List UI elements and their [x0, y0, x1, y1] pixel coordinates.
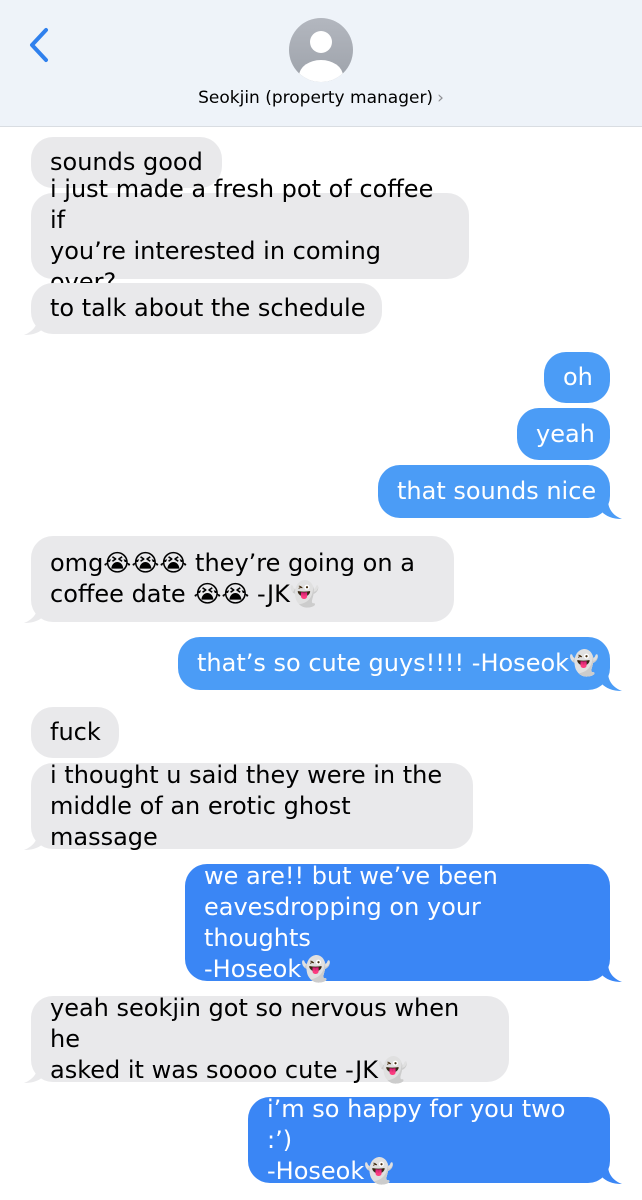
message-bubble-incoming[interactable]: i just made a fresh pot of coffee if you… — [31, 175, 469, 296]
message-text: omg😭😭😭 they’re going on a coffee date 😭😭… — [50, 549, 415, 608]
message-text: to talk about the schedule — [50, 294, 366, 322]
bubble-tail — [602, 963, 622, 982]
message-bubble-outgoing[interactable]: that sounds nice — [378, 465, 610, 518]
chevron-right-icon: › — [437, 88, 444, 108]
bubble-tail — [24, 831, 44, 850]
message-text: that’s so cute guys!!!! -Hoseok👻 — [197, 649, 599, 677]
bubble-tail — [24, 1064, 44, 1083]
message-bubble-incoming[interactable]: omg😭😭😭 they’re going on a coffee date 😭😭… — [31, 536, 454, 622]
bubble-tail — [24, 316, 44, 335]
message-text: oh — [563, 363, 593, 391]
message-text: fuck — [50, 718, 101, 746]
conversation-header: Seokjin (property manager) › — [0, 0, 642, 127]
message-bubble-incoming[interactable]: i thought u said they were in the middle… — [31, 761, 473, 851]
message-bubble-outgoing[interactable]: we are!! but we’ve been eavesdropping on… — [185, 862, 610, 983]
back-chevron-icon[interactable] — [26, 26, 56, 64]
message-text: i just made a fresh pot of coffee if you… — [50, 175, 434, 296]
contact-avatar[interactable] — [289, 18, 353, 82]
bubble-tail — [602, 1165, 622, 1184]
contact-name-button[interactable]: Seokjin (property manager) › — [0, 88, 642, 108]
person-icon — [299, 31, 343, 82]
bubble-tail — [602, 500, 622, 519]
message-bubble-outgoing[interactable]: yeah — [517, 408, 610, 460]
message-bubble-incoming[interactable]: fuck — [31, 707, 119, 758]
message-text: i thought u said they were in the middle… — [50, 760, 443, 851]
message-text: yeah seokjin got so nervous when he aske… — [50, 993, 460, 1084]
contact-name: Seokjin (property manager) — [198, 88, 434, 108]
message-bubble-outgoing[interactable]: i’m so happy for you two :’) -Hoseok👻 — [248, 1095, 610, 1185]
message-text: i’m so happy for you two :’) -Hoseok👻 — [267, 1094, 566, 1185]
message-bubble-incoming[interactable]: yeah seokjin got so nervous when he aske… — [31, 994, 509, 1084]
message-bubble-incoming[interactable]: to talk about the schedule — [31, 283, 382, 334]
message-text: we are!! but we’ve been eavesdropping on… — [204, 861, 498, 983]
message-text: yeah — [536, 419, 595, 448]
bubble-tail — [24, 604, 44, 623]
message-bubble-outgoing[interactable]: that’s so cute guys!!!! -Hoseok👻 — [178, 637, 610, 690]
bubble-tail — [602, 672, 622, 691]
message-bubble-outgoing[interactable]: oh — [544, 352, 610, 403]
message-text: that sounds nice — [397, 477, 597, 505]
